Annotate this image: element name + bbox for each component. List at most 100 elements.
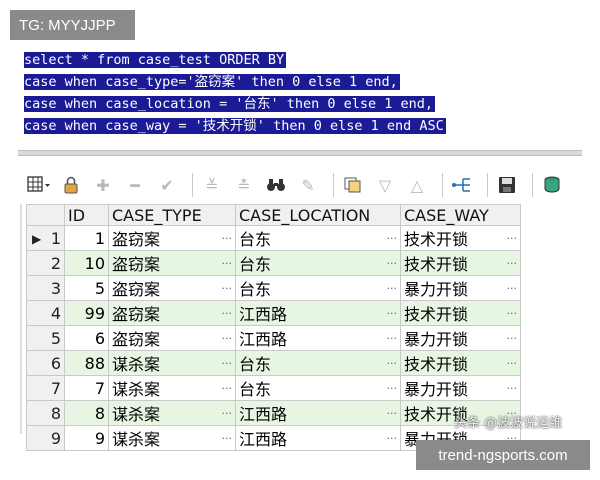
splitter[interactable] bbox=[18, 150, 582, 156]
ellipsis-icon[interactable]: ··· bbox=[507, 332, 518, 345]
save-icon[interactable] bbox=[494, 172, 520, 198]
cell-id[interactable]: 99 bbox=[64, 300, 109, 326]
arrow-down-icon[interactable]: ▽ bbox=[372, 172, 398, 198]
cell-id[interactable]: 9 bbox=[64, 425, 109, 451]
cell-case-type[interactable]: 盗窃案 ··· bbox=[108, 275, 236, 301]
cell-id[interactable]: 10 bbox=[64, 250, 109, 276]
table-row[interactable]: 8 8 谋杀案 ··· 江西路 ··· 技术开锁 ··· bbox=[26, 400, 521, 426]
plus-icon[interactable]: ✚ bbox=[90, 172, 116, 198]
table-row[interactable]: 4 99 盗窃案 ··· 江西路 ··· 技术开锁 ··· bbox=[26, 300, 521, 326]
cell-id[interactable]: 8 bbox=[64, 400, 109, 426]
lock-icon[interactable] bbox=[58, 172, 84, 198]
ellipsis-icon[interactable]: ··· bbox=[507, 282, 518, 295]
ellipsis-icon[interactable]: ··· bbox=[222, 432, 233, 445]
cell-case-type[interactable]: 盗窃案 ··· bbox=[108, 225, 236, 251]
row-header[interactable]: 3 bbox=[26, 275, 65, 301]
filter-down-icon[interactable]: ≚ bbox=[199, 172, 225, 198]
table-row[interactable]: 3 5 盗窃案 ··· 台东 ··· 暴力开锁 ··· bbox=[26, 275, 521, 301]
ellipsis-icon[interactable]: ··· bbox=[387, 382, 398, 395]
row-header[interactable]: 9 bbox=[26, 425, 65, 451]
cell-case-way[interactable]: 暴力开锁··· bbox=[400, 375, 521, 401]
sql-line: select * from case_test ORDER BY bbox=[24, 52, 287, 68]
cell-case-location[interactable]: 江西路 ··· bbox=[235, 325, 401, 351]
ellipsis-icon[interactable]: ··· bbox=[387, 307, 398, 320]
row-header[interactable]: ▶ 1 bbox=[26, 225, 65, 251]
minus-icon[interactable]: ━ bbox=[122, 172, 148, 198]
ellipsis-icon[interactable]: ··· bbox=[222, 357, 233, 370]
ellipsis-icon[interactable]: ··· bbox=[387, 232, 398, 245]
tree-icon[interactable] bbox=[449, 172, 475, 198]
cell-id[interactable]: 88 bbox=[64, 350, 109, 376]
ellipsis-icon[interactable]: ··· bbox=[222, 232, 233, 245]
cell-id[interactable]: 1 bbox=[64, 225, 109, 251]
ellipsis-icon[interactable]: ··· bbox=[507, 232, 518, 245]
cell-case-type[interactable]: 盗窃案 ··· bbox=[108, 325, 236, 351]
ellipsis-icon[interactable]: ··· bbox=[222, 382, 233, 395]
grid-menu-icon[interactable] bbox=[26, 172, 52, 198]
column-header-id[interactable]: ID bbox=[64, 204, 109, 226]
cell-case-location[interactable]: 江西路 ··· bbox=[235, 300, 401, 326]
cell-case-location[interactable]: 台东 ··· bbox=[235, 350, 401, 376]
row-header[interactable]: 7 bbox=[26, 375, 65, 401]
ellipsis-icon[interactable]: ··· bbox=[387, 407, 398, 420]
ellipsis-icon[interactable]: ··· bbox=[387, 282, 398, 295]
arrow-up-icon[interactable]: △ bbox=[404, 172, 430, 198]
cell-case-way[interactable]: 技术开锁 ··· bbox=[400, 350, 521, 376]
sql-editor[interactable]: select * from case_test ORDER BY case wh… bbox=[24, 49, 554, 137]
database-icon[interactable] bbox=[539, 172, 565, 198]
cell-case-type[interactable]: 谋杀案 ··· bbox=[108, 400, 236, 426]
sql-line: case when case_location = '台东' then 0 el… bbox=[24, 96, 436, 112]
cell-id[interactable]: 6 bbox=[64, 325, 109, 351]
cell-case-type[interactable]: 谋杀案 ··· bbox=[108, 350, 236, 376]
row-header[interactable]: 6 bbox=[26, 350, 65, 376]
cell-id[interactable]: 5 bbox=[64, 275, 109, 301]
cell-case-location[interactable]: 江西路 ··· bbox=[235, 425, 401, 451]
ellipsis-icon[interactable]: ··· bbox=[387, 357, 398, 370]
table-row[interactable]: 5 6 盗窃案 ··· 江西路 ··· 暴力开锁 ··· bbox=[26, 325, 521, 351]
cell-case-type[interactable]: 盗窃案 ··· bbox=[108, 300, 236, 326]
table-row[interactable]: 6 88 谋杀案 ··· 台东 ··· 技术开锁 ··· bbox=[26, 350, 521, 376]
column-header-case-location[interactable]: CASE_LOCATION bbox=[235, 204, 401, 226]
ellipsis-icon[interactable]: ··· bbox=[507, 307, 518, 320]
cell-case-way[interactable]: 暴力开锁··· bbox=[400, 275, 521, 301]
cell-case-location[interactable]: 江西路 ··· bbox=[235, 400, 401, 426]
binoculars-icon[interactable] bbox=[263, 172, 289, 198]
cell-case-way[interactable]: 暴力开锁··· bbox=[400, 325, 521, 351]
table-row[interactable]: ▶ 1 1 盗窃案 ··· 台东 ··· 技术开锁 ··· bbox=[26, 225, 521, 251]
ellipsis-icon[interactable]: ··· bbox=[387, 257, 398, 270]
row-header[interactable]: 4 bbox=[26, 300, 65, 326]
cell-case-way[interactable]: 技术开锁 ··· bbox=[400, 300, 521, 326]
layers-icon[interactable] bbox=[340, 172, 366, 198]
cell-case-type[interactable]: 盗窃案 ··· bbox=[108, 250, 236, 276]
ellipsis-icon[interactable]: ··· bbox=[222, 257, 233, 270]
ellipsis-icon[interactable]: ··· bbox=[222, 282, 233, 295]
table-row[interactable]: 7 7 谋杀案 ··· 台东 ··· 暴力开锁 ··· bbox=[26, 375, 521, 401]
cell-case-way[interactable]: 技术开锁 ··· bbox=[400, 225, 521, 251]
column-header-case-type[interactable]: CASE_TYPE bbox=[108, 204, 236, 226]
row-header[interactable]: 8 bbox=[26, 400, 65, 426]
cell-case-type[interactable]: 谋杀案 ··· bbox=[108, 425, 236, 451]
filter-clear-icon[interactable]: ≛ bbox=[231, 172, 257, 198]
edit-icon[interactable]: ✎ bbox=[295, 172, 321, 198]
ellipsis-icon[interactable]: ··· bbox=[507, 357, 518, 370]
cell-case-location[interactable]: 台东 ··· bbox=[235, 225, 401, 251]
site-url: trend-ngsports.com bbox=[416, 440, 590, 470]
ellipsis-icon[interactable]: ··· bbox=[387, 332, 398, 345]
ellipsis-icon[interactable]: ··· bbox=[507, 257, 518, 270]
ellipsis-icon[interactable]: ··· bbox=[222, 332, 233, 345]
cell-case-location[interactable]: 台东 ··· bbox=[235, 275, 401, 301]
cell-case-way[interactable]: 技术开锁 ··· bbox=[400, 250, 521, 276]
row-header[interactable]: 2 bbox=[26, 250, 65, 276]
row-header[interactable]: 5 bbox=[26, 325, 65, 351]
cell-case-type[interactable]: 谋杀案 ··· bbox=[108, 375, 236, 401]
column-header-case-way[interactable]: CASE_WAY bbox=[400, 204, 521, 226]
ellipsis-icon[interactable]: ··· bbox=[507, 382, 518, 395]
cell-case-location[interactable]: 台东 ··· bbox=[235, 250, 401, 276]
ellipsis-icon[interactable]: ··· bbox=[222, 407, 233, 420]
ellipsis-icon[interactable]: ··· bbox=[387, 432, 398, 445]
cell-case-location[interactable]: 台东 ··· bbox=[235, 375, 401, 401]
check-icon[interactable]: ✔ bbox=[154, 172, 180, 198]
table-row[interactable]: 2 10 盗窃案 ··· 台东 ··· 技术开锁 ··· bbox=[26, 250, 521, 276]
cell-id[interactable]: 7 bbox=[64, 375, 109, 401]
ellipsis-icon[interactable]: ··· bbox=[222, 307, 233, 320]
